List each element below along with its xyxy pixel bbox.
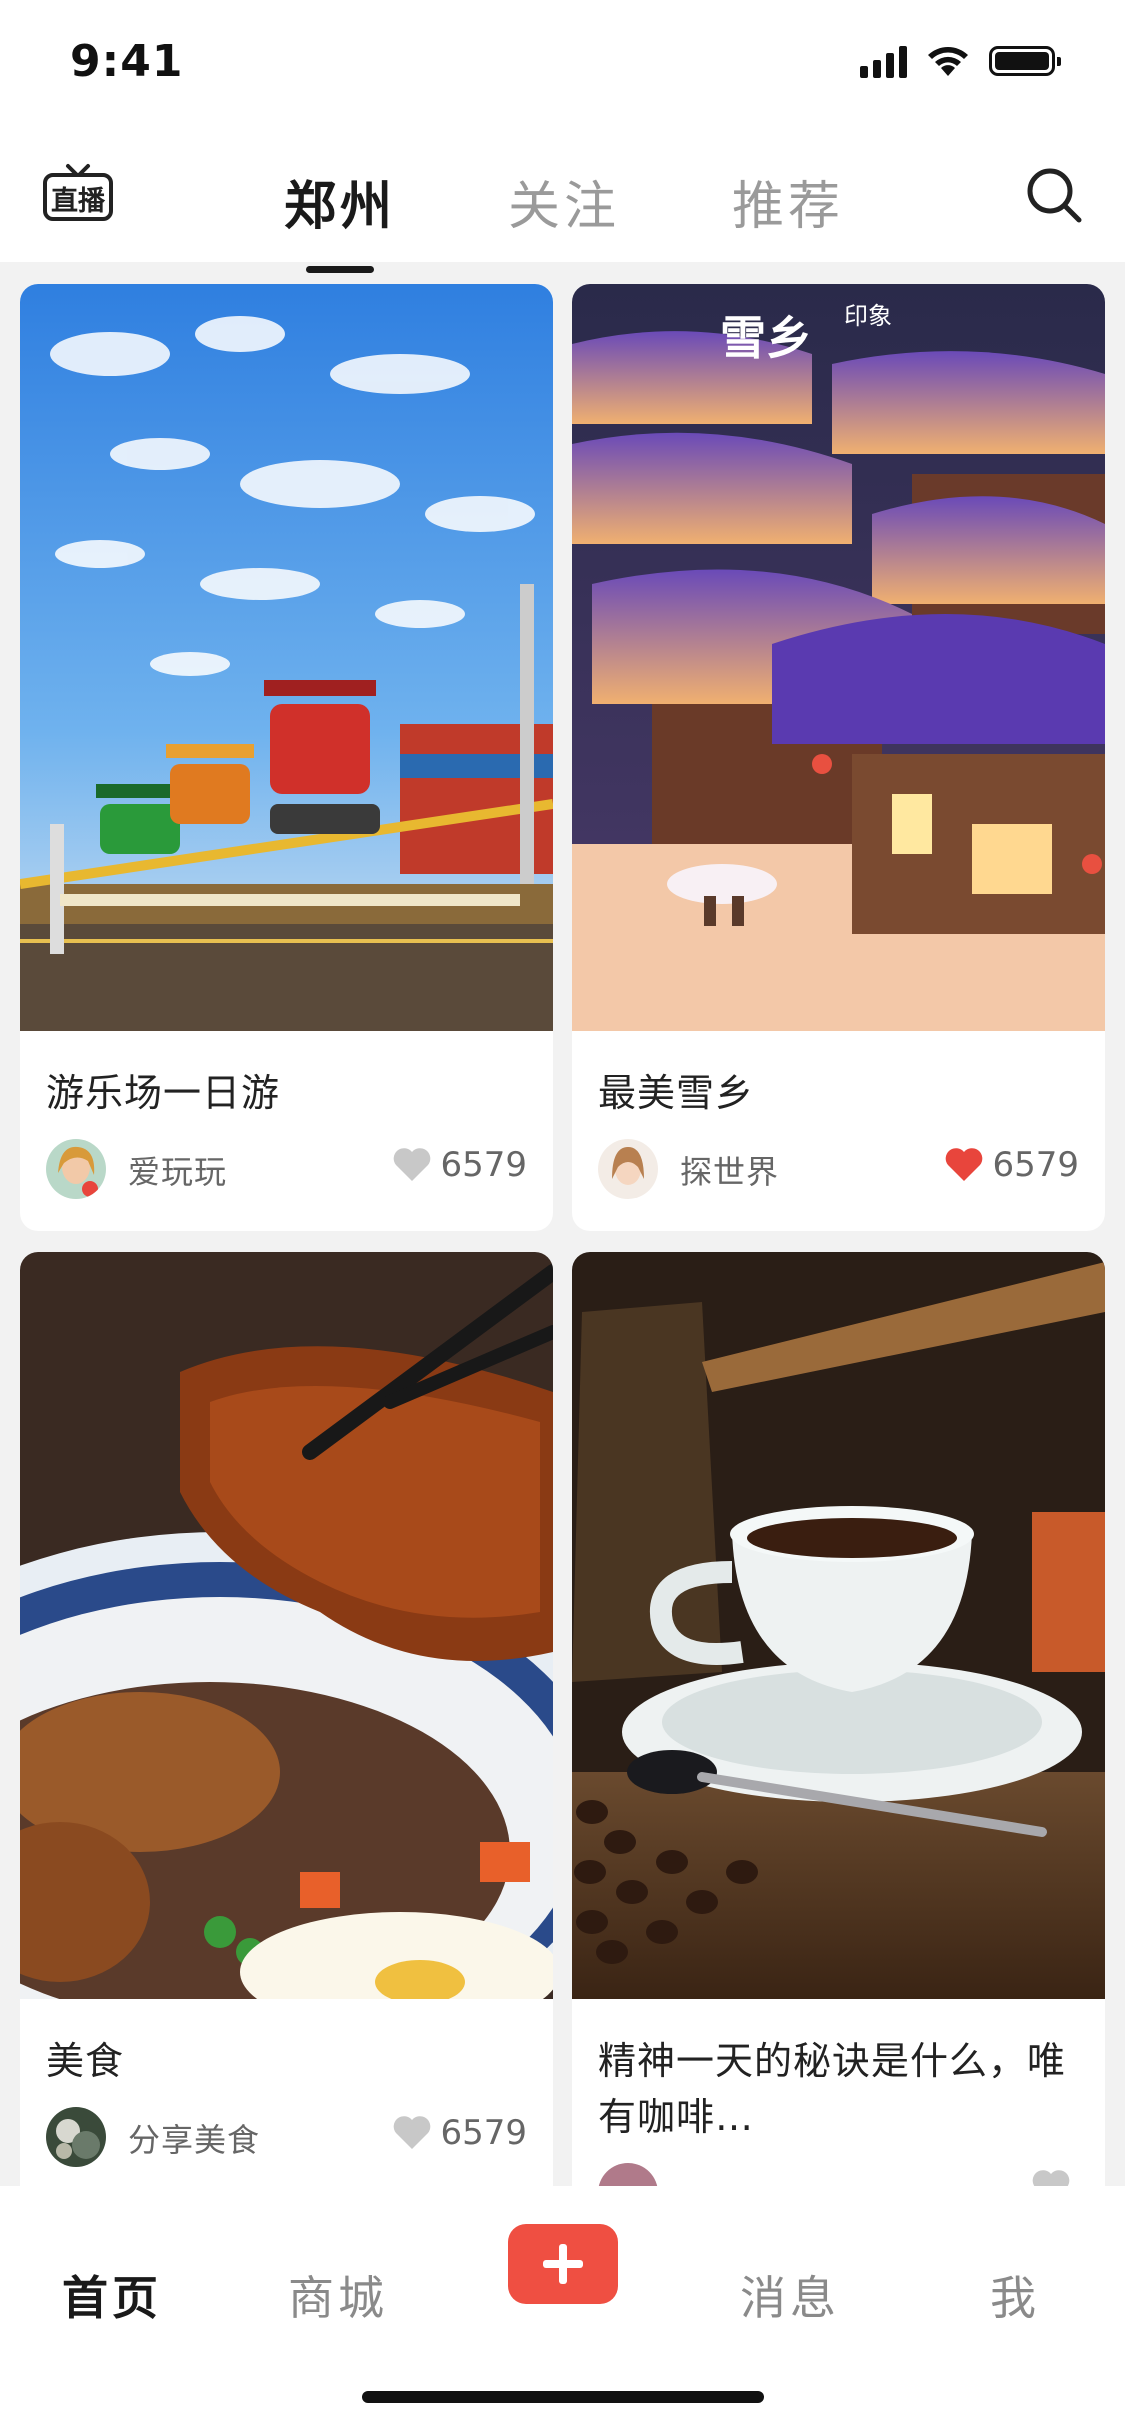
search-icon[interactable]: [1025, 166, 1083, 224]
like-count: 6579: [992, 1145, 1079, 1185]
heart-icon: [394, 2116, 431, 2149]
card-title: 精神一天的秘诀是什么，唯有咖啡…: [598, 2039, 1067, 2139]
amusement-park-photo: [20, 284, 553, 1031]
home-indicator: [362, 2391, 764, 2403]
cellular-signal-icon: [860, 44, 907, 78]
status-time: 9:41: [70, 36, 184, 87]
card-title: 游乐场一日游: [46, 1071, 281, 1115]
like-button[interactable]: 6579: [944, 1145, 1079, 1185]
like-count: 6579: [440, 2113, 527, 2153]
like-count: 6579: [440, 1145, 527, 1185]
steak-food-photo: [20, 1252, 553, 1999]
avatar[interactable]: [598, 1139, 658, 1199]
tab-recommended[interactable]: 推荐: [732, 164, 844, 239]
like-button[interactable]: 6579: [392, 2113, 527, 2153]
status-icons: [860, 44, 1061, 78]
feed-card[interactable]: 美食 分享美食 6579: [20, 1252, 553, 2212]
feed-card[interactable]: 精神一天的秘诀是什么，唯有咖啡…: [572, 1252, 1105, 2212]
heart-icon: [946, 1148, 983, 1181]
battery-icon: [989, 46, 1061, 76]
nav-tabs: 郑州 关注 推荐: [0, 132, 1125, 273]
snow-village-title: 雪乡: [720, 311, 812, 365]
tab-home[interactable]: 首页: [62, 2262, 162, 2328]
wifi-icon: [928, 47, 968, 76]
card-title: 最美雪乡: [598, 1071, 755, 1115]
like-button[interactable]: 6579: [392, 1145, 527, 1185]
tab-messages[interactable]: 消息: [740, 2262, 840, 2328]
author-name[interactable]: 探世界: [680, 1147, 779, 1193]
avatar[interactable]: [46, 2107, 106, 2167]
avatar[interactable]: [46, 1139, 106, 1199]
tab-me[interactable]: 我: [990, 2262, 1040, 2328]
add-post-button[interactable]: [508, 2224, 618, 2304]
tab-mall[interactable]: 商城: [288, 2262, 388, 2328]
status-bar: 9:41: [0, 0, 1125, 132]
heart-icon: [394, 1148, 431, 1181]
plus-icon: [543, 2244, 583, 2284]
snow-village-subtitle: 印象: [844, 302, 892, 330]
card-meta: 爱玩玩 6579: [46, 1137, 527, 1201]
feed-card[interactable]: 游乐场一日游 爱玩玩 6579: [20, 284, 553, 1231]
tab-zhengzhou[interactable]: 郑州: [284, 164, 396, 273]
author-name[interactable]: 分享美食: [128, 2115, 260, 2161]
card-meta: 探世界 6579: [598, 1137, 1079, 1201]
top-navigation: 直播 郑州 关注 推荐: [0, 132, 1125, 273]
tab-following[interactable]: 关注: [508, 164, 620, 239]
feed-card[interactable]: 雪乡 印象 最美雪乡 探世界 6579: [572, 284, 1105, 1231]
snow-village-photo: 雪乡 印象: [572, 284, 1105, 1031]
card-title: 美食: [46, 2039, 125, 2083]
card-meta: 分享美食 6579: [46, 2105, 527, 2169]
author-name[interactable]: 爱玩玩: [128, 1147, 227, 1193]
coffee-photo: [572, 1252, 1105, 1999]
